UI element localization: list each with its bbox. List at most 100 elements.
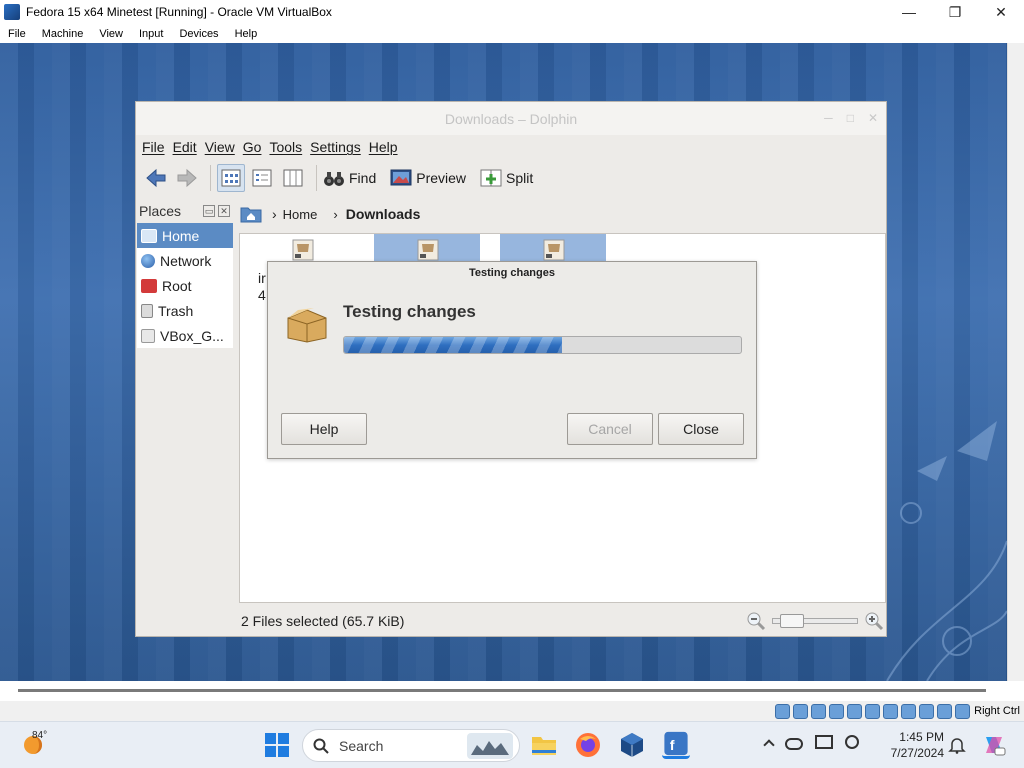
svg-text:f: f <box>670 738 675 754</box>
file-explorer-icon[interactable] <box>530 731 558 759</box>
back-button[interactable] <box>142 164 170 192</box>
hard-disk-icon[interactable] <box>775 703 791 719</box>
usb-icon[interactable] <box>847 703 863 719</box>
binoculars-icon <box>324 172 344 186</box>
preview-button[interactable]: Preview <box>390 168 466 188</box>
menu-input[interactable]: Input <box>131 28 171 40</box>
dolphin-title: Downloads – Dolphin <box>444 110 578 127</box>
taskbar-search-box[interactable]: Search <box>302 729 520 762</box>
menu-devices[interactable]: Devices <box>171 28 226 40</box>
virtualbox-cube-icon[interactable] <box>618 731 646 759</box>
dolphin-menu-tools[interactable]: Tools <box>269 139 302 155</box>
keyboard-icon[interactable] <box>955 703 971 719</box>
firefox-icon[interactable] <box>574 731 602 759</box>
guest-desktop[interactable]: Downloads – Dolphin ─ □ ✕ File Edit View… <box>0 43 1007 681</box>
close-button[interactable]: Close <box>658 413 744 445</box>
dolphin-menu-view[interactable]: View <box>205 139 235 155</box>
zoom-slider[interactable] <box>772 614 858 628</box>
windows-start-icon[interactable] <box>263 731 291 759</box>
red-folder-icon <box>141 278 157 293</box>
home-folder-icon[interactable] <box>240 205 262 223</box>
dialog-title[interactable]: Testing changes <box>268 262 756 284</box>
vbox-status-bar: Right Ctrl <box>0 701 1024 721</box>
package-icon <box>292 239 314 261</box>
cpu-icon[interactable] <box>919 703 935 719</box>
chevron-up-icon[interactable] <box>763 739 775 751</box>
taskbar-clock[interactable]: 1:45 PM 7/27/2024 <box>884 729 944 761</box>
breadcrumb-home[interactable]: Home <box>283 207 318 222</box>
dolphin-titlebar[interactable]: Downloads – Dolphin ─ □ ✕ <box>136 102 886 135</box>
preview-icon <box>390 169 412 186</box>
split-button[interactable]: Split <box>480 168 533 188</box>
onedrive-offline-icon[interactable] <box>785 738 803 750</box>
icons-view-button[interactable] <box>217 164 245 192</box>
dolphin-menu-file[interactable]: File <box>142 139 165 155</box>
place-network[interactable]: Network <box>137 248 233 273</box>
help-button[interactable]: Help <box>281 413 367 445</box>
vbox-menubar: File Machine View Input Devices Help <box>0 24 1024 43</box>
minimize-button[interactable]: — <box>886 0 932 24</box>
breadcrumb-separator: › <box>272 206 277 222</box>
place-root[interactable]: Root <box>137 273 233 298</box>
place-label: Trash <box>158 302 194 319</box>
vbox-horizontal-scrollbar[interactable] <box>0 681 1024 701</box>
preview-label: Preview <box>416 170 467 186</box>
shared-folders-icon[interactable] <box>865 703 881 719</box>
notification-bell-icon[interactable] <box>948 736 966 754</box>
dolphin-menu-go[interactable]: Go <box>243 139 262 155</box>
dolphin-menubar: File Edit View Go Tools Settings Help <box>136 135 886 159</box>
dolphin-maximize-button[interactable]: □ <box>847 111 854 125</box>
weather-temperature: 84° <box>32 730 48 741</box>
network-icon[interactable] <box>829 703 845 719</box>
clock-date: 7/27/2024 <box>890 746 944 760</box>
place-trash[interactable]: Trash <box>137 298 233 323</box>
dolphin-menu-help[interactable]: Help <box>369 139 398 155</box>
status-bar: 2 Files selected (65.7 KiB) <box>241 607 886 635</box>
find-button[interactable]: Find <box>323 168 376 188</box>
fedora-vm-icon[interactable]: f <box>662 731 690 759</box>
split-label: Split <box>506 170 534 186</box>
menu-view[interactable]: View <box>91 28 131 40</box>
search-placeholder: Search <box>339 737 384 754</box>
search-highlight-icon <box>467 733 513 759</box>
vbox-vertical-scrollbar[interactable] <box>1007 43 1024 681</box>
dolphin-close-button[interactable]: ✕ <box>868 111 878 125</box>
forward-button[interactable] <box>173 164 201 192</box>
columns-view-button[interactable] <box>279 164 307 192</box>
display-icon[interactable] <box>815 735 833 749</box>
home-icon <box>141 228 157 243</box>
zoom-slider-handle[interactable] <box>780 614 804 628</box>
dolphin-menu-settings[interactable]: Settings <box>310 139 361 155</box>
progress-fill <box>344 337 563 353</box>
place-home[interactable]: Home <box>137 223 233 248</box>
network-offline-icon[interactable] <box>845 735 859 749</box>
menu-help[interactable]: Help <box>227 28 266 40</box>
wallpaper-decoration <box>886 421 1007 681</box>
breadcrumb-separator: › <box>333 206 338 222</box>
trash-icon <box>141 303 153 318</box>
scrollbar-thumb[interactable] <box>18 689 986 692</box>
maximize-button[interactable]: ❐ <box>932 0 978 24</box>
dolphin-menu-edit[interactable]: Edit <box>173 139 197 155</box>
panel-float-button[interactable]: ▭ <box>203 205 215 217</box>
dolphin-minimize-button[interactable]: ─ <box>824 111 833 125</box>
zoom-out-icon[interactable] <box>746 611 766 631</box>
display-icon[interactable] <box>883 703 899 719</box>
zoom-in-icon[interactable] <box>864 611 884 631</box>
mouse-integration-icon[interactable] <box>937 703 953 719</box>
copilot-icon[interactable] <box>982 733 1006 757</box>
details-view-button[interactable] <box>248 164 276 192</box>
cancel-button[interactable]: Cancel <box>567 413 653 445</box>
menu-file[interactable]: File <box>0 28 34 40</box>
place-vbox-share[interactable]: VBox_G... <box>137 323 233 348</box>
recording-icon[interactable] <box>901 703 917 719</box>
panel-close-button[interactable]: ✕ <box>218 205 230 217</box>
optical-drive-icon[interactable] <box>793 703 809 719</box>
window-title: Fedora 15 x64 Minetest [Running] - Oracl… <box>26 5 332 19</box>
close-window-button[interactable]: ✕ <box>978 0 1024 24</box>
icons-view-icon <box>221 169 241 187</box>
breadcrumb-current[interactable]: Downloads <box>346 206 421 222</box>
system-tray <box>763 735 859 751</box>
audio-icon[interactable] <box>811 703 827 719</box>
menu-machine[interactable]: Machine <box>34 28 92 40</box>
